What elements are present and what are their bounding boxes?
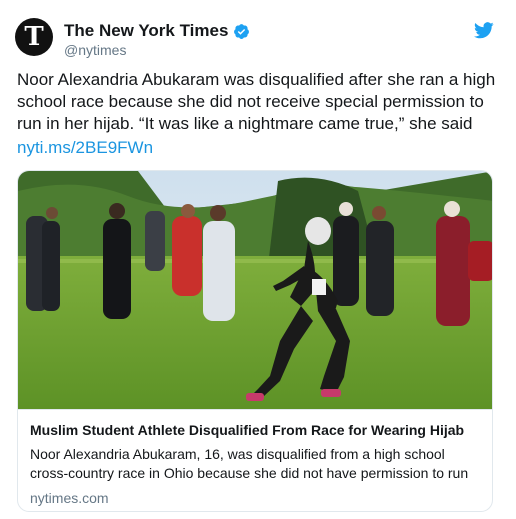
card-domain[interactable]: nytimes.com: [30, 490, 109, 506]
card-description: Noor Alexandria Abukaram, 16, was disqua…: [30, 446, 469, 481]
avatar-letter: T: [24, 22, 44, 52]
card-image[interactable]: [18, 171, 493, 409]
author-avatar[interactable]: T: [15, 18, 53, 56]
card-title[interactable]: Muslim Student Athlete Disqualified From…: [30, 422, 464, 438]
author-name-row: The New York Times: [64, 21, 250, 41]
tweet-text: Noor Alexandria Abukaram was disqualifie…: [17, 70, 496, 133]
author-display-name[interactable]: The New York Times: [64, 21, 228, 41]
tweet-embed: T The New York Times @nytimes Noor Alexa…: [0, 0, 516, 519]
card-body[interactable]: Muslim Student Athlete Disqualified From…: [18, 409, 492, 506]
twitter-bird-icon[interactable]: [474, 22, 494, 39]
verified-badge-icon: [234, 23, 250, 39]
author-handle[interactable]: @nytimes: [64, 42, 126, 58]
link-card[interactable]: Muslim Student Athlete Disqualified From…: [17, 170, 493, 512]
tweet-link[interactable]: nyti.ms/2BE9FWn: [17, 138, 153, 158]
